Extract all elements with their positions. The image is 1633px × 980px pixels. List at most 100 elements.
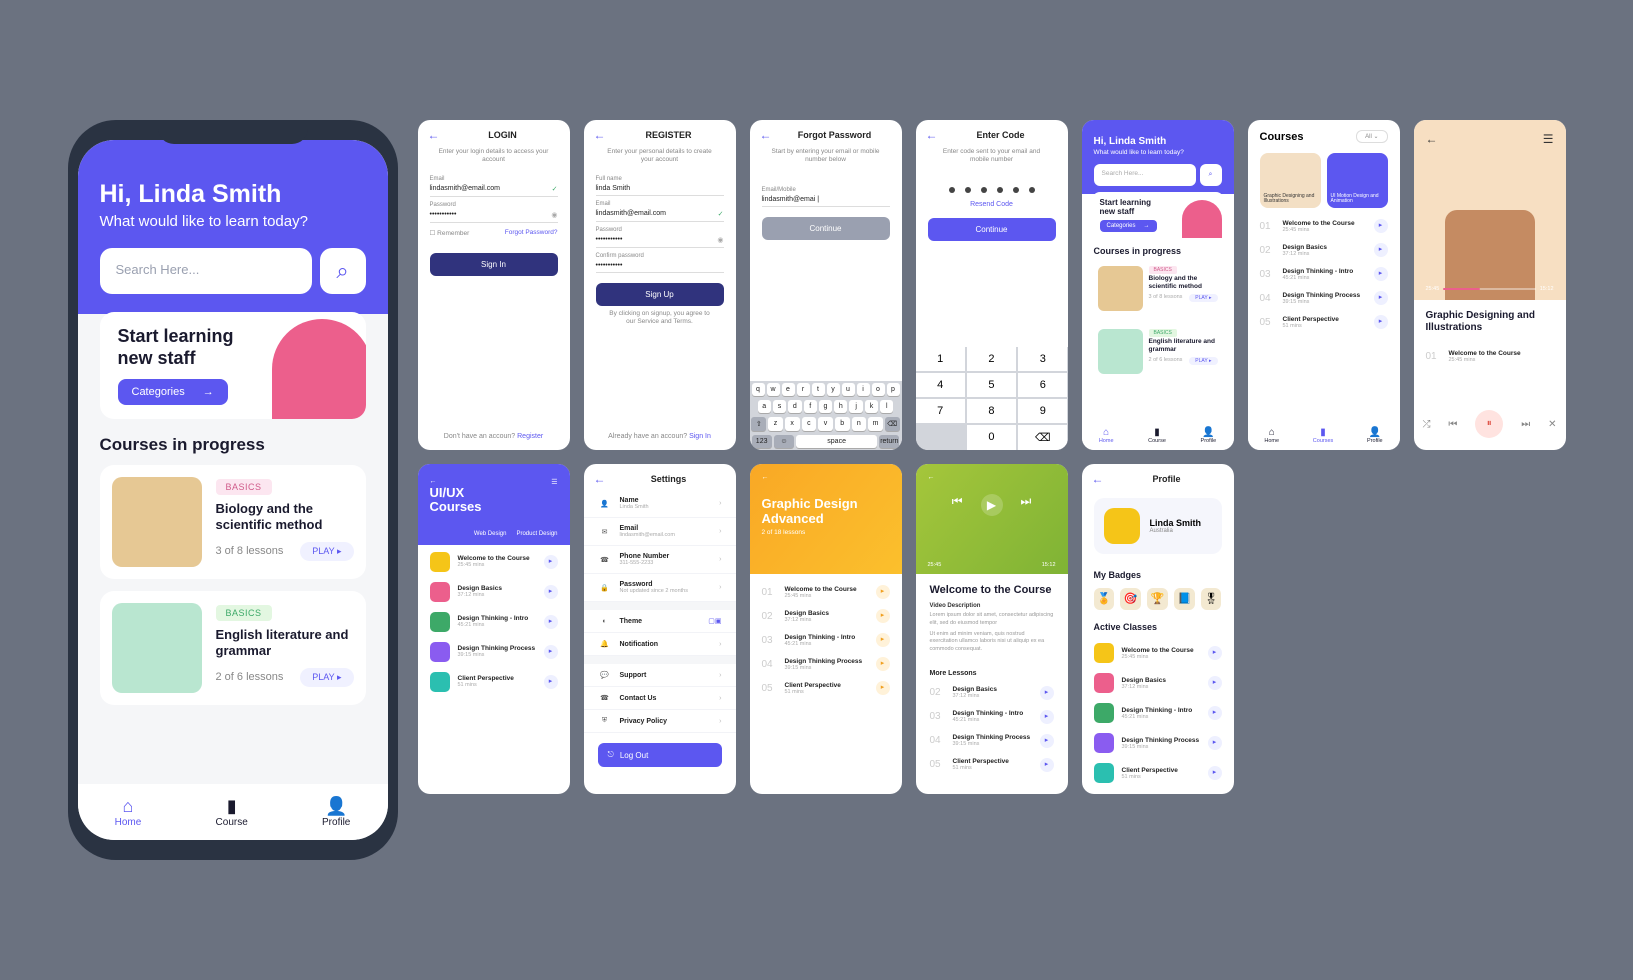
lesson-item[interactable]: 04Design Thinking Process39:15 mins▸: [1260, 286, 1388, 310]
play-icon[interactable]: ▸: [876, 609, 890, 623]
resend-link[interactable]: Resend Code: [916, 201, 1068, 208]
play-icon[interactable]: ▸: [1040, 686, 1054, 700]
tab-home[interactable]: ⌂Home: [1099, 427, 1114, 444]
remember-checkbox[interactable]: ☐ Remember: [430, 229, 470, 237]
setting-contact[interactable]: ☎Contact Us›: [584, 687, 736, 710]
course-card-english[interactable]: BASICS English literature and grammar 2 …: [100, 591, 366, 705]
tab-profile[interactable]: 👤Profile: [1201, 427, 1217, 444]
play-icon[interactable]: ▸: [544, 675, 558, 689]
play-icon[interactable]: ▸: [1374, 315, 1388, 329]
key-v[interactable]: v: [818, 417, 833, 431]
back-icon[interactable]: ←: [594, 472, 606, 486]
key-z[interactable]: z: [768, 417, 783, 431]
back-icon[interactable]: ←: [428, 128, 440, 142]
key-123[interactable]: 123: [752, 435, 772, 448]
categories-button[interactable]: Categories→: [118, 379, 228, 405]
numkey-5[interactable]: 5: [967, 373, 1016, 397]
setting-notification[interactable]: 🔔Notification›: [584, 633, 736, 656]
key-g[interactable]: g: [819, 400, 832, 413]
key-w[interactable]: w: [767, 383, 780, 396]
key-q[interactable]: q: [752, 383, 765, 396]
menu-icon[interactable]: ☰: [1543, 132, 1554, 146]
key-i[interactable]: i: [857, 383, 870, 396]
next-icon[interactable]: ⏭: [1521, 419, 1530, 430]
back-icon[interactable]: ←: [928, 474, 935, 481]
play-icon[interactable]: ▸: [876, 633, 890, 647]
lesson-item[interactable]: 01Welcome to the Course25:45 mins▸: [1260, 214, 1388, 238]
lesson-item[interactable]: 04Design Thinking Process39:15 mins▸: [762, 652, 890, 676]
key-e[interactable]: e: [782, 383, 795, 396]
search-input[interactable]: Search Here...: [100, 248, 312, 294]
key-j[interactable]: j: [849, 400, 862, 413]
back-icon[interactable]: ←: [762, 474, 769, 481]
lesson-item[interactable]: 02Design Basics37:12 mins▸: [762, 604, 890, 628]
key-⌫[interactable]: ⌫: [885, 417, 900, 431]
back-icon[interactable]: ←: [1426, 132, 1438, 146]
numkey-1[interactable]: 1: [916, 347, 965, 371]
key-b[interactable]: b: [835, 417, 850, 431]
numkey-4[interactable]: 4: [916, 373, 965, 397]
lesson-item[interactable]: Client Perspective51 mins▸: [430, 667, 558, 697]
lesson-item[interactable]: Design Basics37:12 mins▸: [430, 577, 558, 607]
search-input[interactable]: Search Here...: [1094, 164, 1196, 186]
lesson-item[interactable]: 03Design Thinking - Intro45:21 mins▸: [1260, 262, 1388, 286]
lesson-item[interactable]: 02Design Basics37:12 mins▸: [1260, 238, 1388, 262]
forgot-link[interactable]: Forgot Password?: [505, 229, 558, 237]
back-icon[interactable]: ←: [760, 128, 772, 142]
setting-theme[interactable]: ◐Theme▢▣: [584, 610, 736, 633]
play-button[interactable]: ▶: [981, 494, 1003, 516]
play-icon[interactable]: ▸: [876, 681, 890, 695]
numkey-8[interactable]: 8: [967, 399, 1016, 423]
key-a[interactable]: a: [758, 400, 771, 413]
back-icon[interactable]: ←: [594, 128, 606, 142]
sign-in-button[interactable]: Sign In: [430, 253, 558, 276]
setting-email[interactable]: ✉Emaillindasmith@email.com›: [584, 518, 736, 546]
lesson-item[interactable]: 02Design Basics37:12 mins▸: [930, 681, 1054, 705]
menu-icon[interactable]: ☰: [551, 478, 557, 486]
lesson-item[interactable]: 03Design Thinking - Intro45:21 mins▸: [762, 628, 890, 652]
tab-home[interactable]: ⌂Home: [1264, 427, 1279, 444]
setting-name[interactable]: 👤NameLinda Smith›: [584, 490, 736, 518]
shuffle-icon[interactable]: ⤮: [1422, 419, 1430, 430]
course-card[interactable]: BASICSBiology and the scientific method3…: [1092, 260, 1224, 317]
register-link[interactable]: Register: [517, 433, 543, 440]
key-d[interactable]: d: [788, 400, 801, 413]
key-return[interactable]: return: [879, 435, 899, 448]
next-icon[interactable]: ⏭: [1021, 494, 1032, 516]
key-y[interactable]: y: [827, 383, 840, 396]
play-icon[interactable]: ▸: [544, 585, 558, 599]
back-icon[interactable]: ←: [1092, 472, 1104, 486]
progress-bar[interactable]: 25:4515:12: [1426, 286, 1554, 292]
numkey-9[interactable]: 9: [1018, 399, 1067, 423]
course-card[interactable]: BASICSEnglish literature and grammar2 of…: [1092, 323, 1224, 380]
key-m[interactable]: m: [868, 417, 883, 431]
prev-icon[interactable]: ⏮: [1448, 419, 1457, 430]
lesson-item[interactable]: Design Thinking Process39:15 mins▸: [430, 637, 558, 667]
key-space[interactable]: space: [796, 435, 877, 448]
play-icon[interactable]: ▸: [1208, 706, 1222, 720]
tab-web-design[interactable]: Web Design: [474, 531, 507, 537]
course-tile-motion[interactable]: UI Motion Design and Animation: [1327, 153, 1388, 208]
promo-card[interactable]: Start learningnew staff Categories→: [100, 312, 366, 419]
numkey-6[interactable]: 6: [1018, 373, 1067, 397]
eye-icon[interactable]: ◉: [551, 211, 557, 219]
search-button[interactable]: ⌕: [320, 248, 366, 294]
key-s[interactable]: s: [773, 400, 786, 413]
play-icon[interactable]: ▸: [1040, 758, 1054, 772]
eye-icon[interactable]: ◉: [717, 236, 723, 244]
play-button[interactable]: PLAY ▸: [1189, 357, 1217, 365]
lesson-item[interactable]: Design Thinking - Intro45:21 mins▸: [1094, 698, 1222, 728]
close-icon[interactable]: ✕: [1548, 419, 1556, 430]
key-o[interactable]: o: [872, 383, 885, 396]
lesson-item[interactable]: 03Design Thinking - Intro45:21 mins▸: [930, 705, 1054, 729]
lesson-item[interactable]: Design Thinking - Intro45:21 mins▸: [430, 607, 558, 637]
password-input[interactable]: •••••••••••◉: [430, 208, 558, 223]
lesson-item[interactable]: Design Basics37:12 mins▸: [1094, 668, 1222, 698]
tab-profile[interactable]: 👤Profile: [1367, 427, 1383, 444]
password-input[interactable]: •••••••••••◉: [596, 233, 724, 248]
tab-courses[interactable]: ▮Courses: [1313, 427, 1333, 444]
continue-button[interactable]: Continue: [762, 217, 890, 240]
play-button[interactable]: PLAY ▸: [300, 542, 353, 561]
categories-button[interactable]: Categories→: [1100, 220, 1157, 232]
key-l[interactable]: l: [880, 400, 893, 413]
